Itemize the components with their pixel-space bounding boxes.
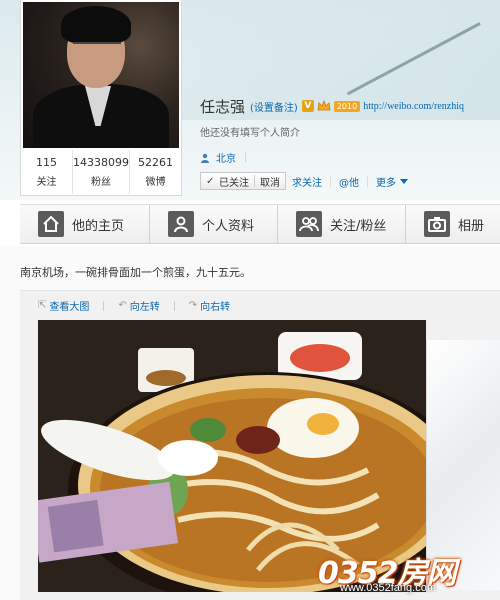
more-menu[interactable]: 更多 bbox=[376, 174, 408, 189]
profile-actions: ✓ 已关注 取消 求关注 @他 更多 bbox=[200, 172, 408, 190]
action-divider bbox=[330, 175, 331, 187]
avatar-hair bbox=[61, 6, 131, 44]
check-icon: ✓ bbox=[206, 175, 215, 187]
request-follow-link[interactable]: 求关注 bbox=[292, 174, 322, 189]
rotate-left-icon: ↶ bbox=[118, 300, 127, 311]
action-divider bbox=[367, 175, 368, 187]
stat-value: 52261 bbox=[138, 156, 173, 169]
media-toolbar: ⇱ 查看大图 ↶ 向左转 ↷ 向右转 bbox=[38, 298, 230, 313]
set-remark-link[interactable]: (设置备注) bbox=[250, 99, 298, 114]
stat-label: 微博 bbox=[145, 177, 166, 188]
rotate-left-label: 向左转 bbox=[129, 302, 160, 313]
tab-home[interactable]: 他的主页 bbox=[20, 205, 150, 243]
button-divider bbox=[254, 175, 255, 187]
profile-icon bbox=[168, 211, 194, 237]
tab-label: 关注/粉丝 bbox=[330, 218, 387, 234]
vip-badge[interactable]: 2010 bbox=[333, 100, 361, 112]
camera-icon bbox=[424, 211, 450, 237]
user-name: 任志强 bbox=[200, 97, 246, 116]
stat-label: 关注 bbox=[36, 177, 57, 188]
profile-stats: 115 关注 14338099 粉丝 52261 微博 bbox=[21, 150, 181, 194]
tab-album[interactable]: 相册 bbox=[406, 205, 500, 243]
stat-value: 115 bbox=[36, 156, 57, 169]
post-text: 南京机场，一碗排骨面加一个煎蛋，九十五元。 bbox=[20, 266, 251, 279]
tab-label: 个人资料 bbox=[202, 218, 255, 234]
verified-badge[interactable]: V bbox=[301, 100, 314, 112]
more-label: 更多 bbox=[376, 177, 396, 189]
rotate-right-link[interactable]: ↷ 向右转 bbox=[189, 298, 230, 313]
unfollow-button[interactable]: 取消 bbox=[260, 174, 280, 189]
tab-follow-fans[interactable]: 关注/粉丝 bbox=[278, 205, 406, 243]
profile-bio: 他还没有填写个人简介 bbox=[200, 128, 300, 139]
followed-label: 已关注 bbox=[219, 177, 249, 189]
location-text[interactable]: 北京 bbox=[216, 150, 236, 165]
profile-card: 115 关注 14338099 粉丝 52261 微博 bbox=[20, 0, 182, 196]
followed-button[interactable]: ✓ 已关注 取消 bbox=[200, 172, 286, 190]
profile-name-row: 任志强 (设置备注) V 2010 http://weibo.com/renzh… bbox=[200, 96, 464, 116]
stat-label: 粉丝 bbox=[91, 177, 111, 188]
view-large-label: 查看大图 bbox=[49, 302, 90, 313]
rotate-left-link[interactable]: ↶ 向左转 bbox=[118, 298, 159, 313]
view-large-link[interactable]: ⇱ 查看大图 bbox=[38, 298, 89, 313]
mention-link[interactable]: @他 bbox=[339, 174, 359, 189]
expand-icon: ⇱ bbox=[38, 300, 47, 311]
tab-label: 他的主页 bbox=[72, 218, 125, 234]
avatar-glasses bbox=[73, 42, 121, 52]
rotate-right-icon: ↷ bbox=[188, 300, 198, 311]
profile-location: 北京 | bbox=[200, 150, 247, 165]
tab-profile[interactable]: 个人资料 bbox=[150, 205, 278, 243]
caret-down-icon bbox=[400, 178, 408, 184]
profile-url-link[interactable]: http://weibo.com/renzhiq bbox=[363, 101, 464, 112]
home-icon bbox=[38, 211, 64, 237]
stat-value: 14338099 bbox=[73, 156, 129, 169]
profile-tab-bar: 他的主页 个人资料 关注/粉丝 相册 bbox=[20, 204, 500, 244]
stat-posts[interactable]: 52261 微博 bbox=[130, 150, 181, 194]
stat-followers[interactable]: 14338099 粉丝 bbox=[73, 150, 130, 194]
tab-label: 相册 bbox=[458, 218, 485, 234]
rotate-right-label: 向右转 bbox=[200, 302, 231, 313]
toolbar-divider bbox=[103, 300, 105, 311]
location-separator: | bbox=[244, 152, 248, 163]
toolbar-divider bbox=[173, 300, 175, 311]
follow-icon bbox=[296, 211, 322, 237]
stat-following[interactable]: 115 关注 bbox=[21, 150, 73, 194]
crown-icon[interactable] bbox=[317, 100, 331, 112]
watermark-url: www.0352fang.com bbox=[340, 582, 436, 594]
avatar[interactable] bbox=[23, 2, 179, 148]
person-icon bbox=[201, 153, 209, 163]
